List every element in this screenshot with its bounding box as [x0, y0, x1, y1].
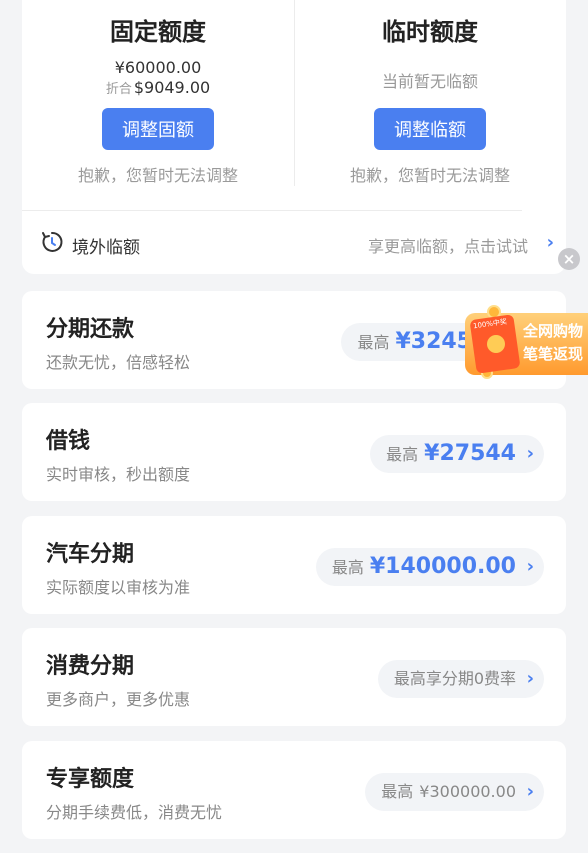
service-subtitle: 还款无忧，倍感轻松 — [46, 353, 191, 372]
service-title: 专享额度 — [46, 767, 135, 792]
service-row-borrow[interactable]: 借钱 实时审核，秒出额度 最高 ¥27544 › — [22, 403, 566, 501]
amount-value: ¥27544 — [424, 441, 516, 466]
service-title: 借钱 — [46, 429, 91, 454]
service-subtitle: 分期手续费低，消费无忧 — [46, 803, 223, 822]
chevron-right-icon: › — [546, 232, 554, 253]
service-row-car-installment[interactable]: 汽车分期 实际额度以审核为准 最高 ¥140000.00 › — [22, 516, 566, 614]
converted-amount: $9049.00 — [133, 78, 211, 97]
amount-value: ¥3245 — [395, 329, 472, 354]
amount-prefix: 最高 — [331, 558, 364, 577]
converted-prefix: 折合 — [105, 82, 132, 97]
chevron-right-icon: › — [526, 443, 534, 464]
fixed-limit-converted: 折合 $9049.00 — [22, 78, 294, 97]
service-row-exclusive-limit[interactable]: 专享额度 分期手续费低，消费无忧 最高 ¥300000.00 › — [22, 741, 566, 839]
service-subtitle: 实际额度以审核为准 — [46, 578, 191, 597]
amount-value: ¥140000.00 — [369, 554, 516, 579]
temporary-limit-status: 当前暂无临额 — [381, 72, 478, 91]
service-amount-pill[interactable]: 最高 ¥300000.00 › — [365, 773, 544, 811]
amount-prefix: 最高享分期0费率 — [393, 669, 516, 688]
fixed-limit-title: 固定额度 — [110, 18, 206, 46]
fixed-limit-amount: ¥60000.00 — [114, 58, 202, 77]
close-icon[interactable]: × — [558, 248, 580, 270]
amount-value: ¥300000.00 — [419, 782, 516, 801]
clock-refresh-icon — [42, 231, 63, 252]
service-row-consumer-installment[interactable]: 消费分期 更多商户，更多优惠 最高享分期0费率 › — [22, 628, 566, 726]
envelope-seal-icon — [487, 335, 505, 353]
service-amount-pill[interactable]: 最高享分期0费率 › — [377, 660, 544, 698]
service-amount-pill[interactable]: 最高 ¥140000.00 › — [315, 548, 544, 586]
service-subtitle: 实时审核，秒出额度 — [46, 465, 191, 484]
overseas-limit-tip: 享更高临额，点击试试 — [367, 237, 528, 256]
service-title: 消费分期 — [46, 654, 135, 679]
service-amount-pill[interactable]: 最高 ¥27544 › — [370, 435, 544, 473]
adjust-fixed-limit-button[interactable]: 调整固额 — [102, 108, 214, 150]
section-divider — [22, 210, 522, 211]
chevron-right-icon: › — [526, 781, 534, 802]
amount-prefix: 最高 — [381, 782, 414, 801]
chevron-right-icon: › — [526, 556, 534, 577]
fixed-limit-note: 抱歉，您暂时无法调整 — [77, 166, 238, 185]
promo-text-line2: 笔笔返现 — [523, 345, 584, 363]
amount-prefix: 最高 — [357, 333, 390, 352]
chevron-right-icon: › — [526, 668, 534, 689]
overseas-limit-label: 境外临额 — [72, 238, 140, 258]
cashback-promo-badge[interactable]: 100%中奖 全网购物 笔笔返现 — [465, 305, 588, 381]
service-subtitle: 更多商户，更多优惠 — [46, 690, 191, 709]
temporary-limit-note: 抱歉，您暂时无法调整 — [349, 166, 510, 185]
service-title: 分期还款 — [46, 317, 135, 342]
service-title: 汽车分期 — [46, 542, 135, 567]
temporary-limit-title: 临时额度 — [382, 18, 478, 46]
amount-prefix: 最高 — [386, 445, 419, 464]
adjust-temporary-limit-button[interactable]: 调整临额 — [374, 108, 486, 150]
promo-text-line1: 全网购物 — [523, 322, 584, 340]
